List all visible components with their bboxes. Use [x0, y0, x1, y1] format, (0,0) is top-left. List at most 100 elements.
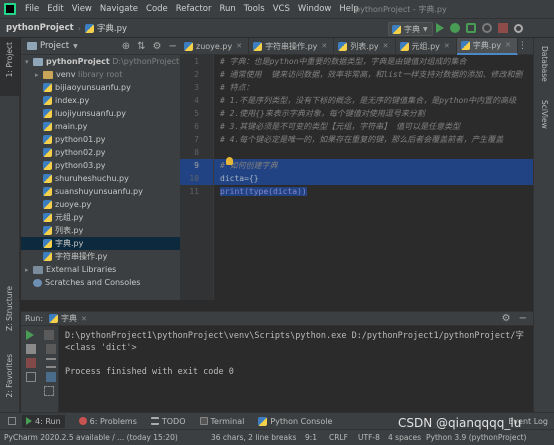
tree-file[interactable]: main.py — [21, 120, 180, 133]
status-interpreter[interactable]: Python 3.9 (pythonProject) — [426, 433, 526, 442]
debug-icon[interactable] — [450, 23, 460, 33]
breadcrumb-project[interactable]: pythonProject — [6, 23, 74, 33]
menu-refactor[interactable]: Refactor — [172, 4, 216, 14]
tree-file[interactable]: 列表.py — [21, 224, 180, 237]
profile-icon[interactable] — [482, 23, 492, 33]
close-icon[interactable]: ✕ — [505, 41, 511, 49]
run-config-tab[interactable]: 字典 — [61, 313, 77, 324]
file-label: suanshuyunsuanfu.py — [55, 187, 143, 196]
run-icon[interactable] — [436, 23, 444, 33]
close-icon[interactable]: ✕ — [383, 42, 389, 50]
side-tab-project[interactable]: 1: Project — [5, 42, 14, 77]
tab-zuoye[interactable]: zuoye.py ✕ — [180, 37, 250, 55]
up-arrow-icon[interactable] — [44, 330, 54, 340]
tree-external-libraries[interactable]: ▸ External Libraries — [21, 263, 180, 276]
menu-file[interactable]: File — [21, 4, 43, 14]
project-tree: ▾ pythonProject D:\pythonProject1\pytho ▸… — [21, 55, 210, 300]
console-line: <class 'dict'> — [65, 343, 137, 353]
tab-string-ops[interactable]: 字符串操作.py ✕ — [249, 37, 335, 55]
side-tab-structure[interactable]: Z: Structure — [5, 286, 14, 331]
run-config-select[interactable]: 字典 ▼ — [388, 22, 433, 36]
tree-file[interactable]: python03.py — [21, 159, 180, 172]
search-icon[interactable] — [514, 23, 523, 33]
breadcrumb-separator-icon: › — [77, 23, 81, 33]
collapse-all-icon[interactable]: ⇅ — [137, 41, 145, 52]
locate-icon[interactable]: ⊕ — [122, 41, 130, 52]
run-console[interactable]: D:\pythonProject1\pythonProject\venv\Scr… — [59, 326, 533, 412]
down-arrow-icon[interactable] — [46, 344, 56, 354]
status-position[interactable]: 9:1 — [305, 433, 317, 442]
side-tab-favorites[interactable]: 2: Favorites — [5, 354, 14, 398]
tabs-menu-icon[interactable]: ⋮ — [518, 41, 527, 51]
bottom-tab-terminal[interactable]: Terminal — [199, 417, 244, 426]
menu-tools[interactable]: Tools — [240, 4, 269, 14]
menu-view[interactable]: View — [68, 4, 96, 14]
tab-list[interactable]: 列表.py ✕ — [334, 37, 396, 55]
close-icon[interactable]: ✕ — [81, 315, 87, 323]
tree-file-selected[interactable]: 字典.py — [21, 237, 180, 250]
chevron-down-icon: ▼ — [423, 25, 428, 33]
project-panel-title[interactable]: Project — [40, 41, 69, 51]
soft-wrap-icon[interactable] — [46, 358, 56, 368]
menu-vcs[interactable]: VCS — [269, 4, 294, 14]
line-number: 8 — [194, 148, 199, 157]
tool-window-toggle-icon[interactable] — [8, 417, 16, 425]
tree-file[interactable]: shuruheshuchu.py — [21, 172, 180, 185]
menu-run[interactable]: Run — [215, 4, 239, 14]
code-editor[interactable]: # 字典：也是python中重要的数据类型，字典是由键值对组成的集合 # 通常使… — [214, 55, 533, 300]
right-tool-strip: Database SciView — [533, 38, 554, 412]
tree-file[interactable]: bijiaoyunsuanfu.py — [21, 81, 180, 94]
tree-file[interactable]: luojiyunsuanfu.py — [21, 107, 180, 120]
rerun-icon[interactable] — [26, 330, 34, 340]
coverage-icon[interactable] — [466, 23, 476, 33]
menu-edit[interactable]: Edit — [43, 4, 67, 14]
tree-file[interactable]: python01.py — [21, 133, 180, 146]
gear-icon[interactable]: ⚙ — [502, 313, 511, 324]
tree-root[interactable]: ▾ pythonProject D:\pythonProject1\pytho — [21, 55, 210, 68]
bottom-tab-todo[interactable]: TODO — [150, 417, 186, 426]
status-line-separator[interactable]: CRLF — [329, 433, 348, 442]
print-icon[interactable] — [44, 386, 54, 396]
close-icon[interactable]: ✕ — [444, 42, 450, 50]
breadcrumb-file[interactable]: 字典.py — [97, 22, 127, 34]
status-encoding[interactable]: UTF-8 — [358, 433, 380, 442]
bottom-tab-python-console[interactable]: Python Console — [258, 416, 332, 426]
run-panel-header: Run: 字典 ✕ ⚙ − — [21, 311, 533, 326]
tree-venv[interactable]: ▸ venv library root — [21, 68, 180, 81]
tree-file[interactable]: zuoye.py — [21, 198, 180, 211]
restore-layout-icon[interactable] — [26, 372, 36, 382]
hide-icon[interactable]: − — [168, 41, 176, 52]
menu-code[interactable]: Code — [142, 4, 172, 14]
stop-icon[interactable] — [26, 358, 36, 368]
tree-file[interactable]: 字符串操作.py — [21, 250, 180, 263]
menu-navigate[interactable]: Navigate — [96, 4, 142, 14]
close-icon[interactable]: ✕ — [321, 42, 327, 50]
tree-file[interactable]: index.py — [21, 94, 180, 107]
gear-icon[interactable]: ⚙ — [153, 41, 162, 52]
tree-file[interactable]: python02.py — [21, 146, 180, 159]
side-tab-sciview[interactable]: SciView — [540, 100, 549, 129]
line-number: 4 — [194, 96, 199, 105]
menu-window[interactable]: Window — [294, 4, 336, 14]
stop-icon[interactable] — [498, 23, 508, 33]
tab-dict-active[interactable]: 字典.py ✕ — [456, 37, 518, 55]
hide-icon[interactable]: − — [519, 313, 527, 324]
file-label: index.py — [55, 96, 90, 105]
tab-tuple[interactable]: 元组.py ✕ — [396, 37, 457, 55]
status-message[interactable]: PyCharm 2020.2.5 available / ... (today … — [4, 433, 178, 442]
bottom-tab-run[interactable]: 4: Run — [22, 414, 65, 428]
venv-hint: library root — [78, 70, 123, 79]
close-icon[interactable]: ✕ — [236, 42, 242, 50]
folder-icon — [27, 42, 37, 50]
tree-file[interactable]: suanshuyunsuanfu.py — [21, 185, 180, 198]
side-tab-database[interactable]: Database — [540, 46, 549, 82]
bottom-tab-problems[interactable]: 6: Problems — [78, 417, 137, 426]
tree-file[interactable]: 元组.py — [21, 211, 180, 224]
wrench-icon[interactable] — [26, 344, 36, 354]
tree-scratches[interactable]: Scratches and Consoles — [21, 276, 180, 289]
chevron-down-icon[interactable]: ▼ — [73, 43, 78, 50]
lightbulb-icon[interactable] — [226, 157, 233, 165]
status-indent[interactable]: 4 spaces — [388, 433, 421, 442]
left-tool-strip: 1: Project Z: Structure 2: Favorites — [0, 38, 20, 412]
scroll-to-end-icon[interactable] — [46, 372, 56, 382]
